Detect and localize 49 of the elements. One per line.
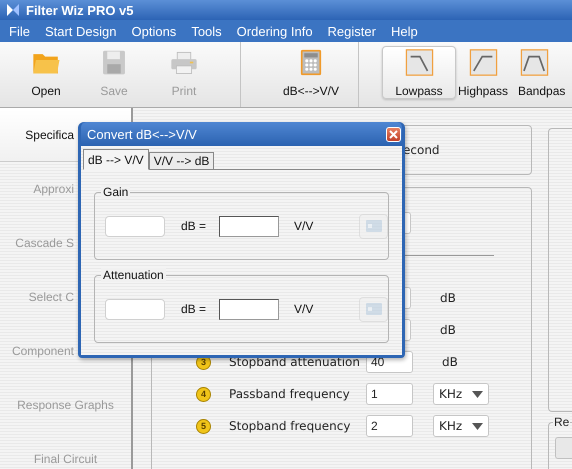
menu-item[interactable]: Register xyxy=(328,24,376,38)
step-number: 4 xyxy=(196,386,211,402)
filter-type-button[interactable]: Lowpass xyxy=(382,46,456,99)
spec-label: Passband frequency xyxy=(229,387,351,401)
input-field[interactable]: 1 xyxy=(366,383,413,405)
group-legend: Gain xyxy=(101,185,130,199)
menu-item[interactable]: Ordering Info xyxy=(236,24,313,38)
input-field[interactable]: 2 xyxy=(366,415,413,437)
input-field[interactable] xyxy=(105,216,165,236)
tab[interactable]: V/V --> dB xyxy=(148,152,214,169)
result-field[interactable] xyxy=(219,298,280,320)
spec-label: Stopband attenuation xyxy=(229,355,361,369)
dropdown-arrow-icon xyxy=(472,390,483,398)
unit-label: V/V xyxy=(294,302,314,316)
menu-item[interactable]: Help xyxy=(390,24,418,38)
filter-type-button[interactable]: Bandpas xyxy=(511,46,569,99)
close-button[interactable] xyxy=(386,126,401,142)
tab[interactable]: dB --> V/V xyxy=(83,149,149,170)
step-item[interactable]: Final Circuit xyxy=(0,432,131,469)
card-icon xyxy=(366,220,382,232)
unit-dropdown[interactable]: KHz xyxy=(433,383,489,405)
unit-label: V/V xyxy=(294,219,314,233)
unit-label: dB xyxy=(440,291,456,305)
equals-label: dB = xyxy=(181,219,206,233)
calculator-icon xyxy=(298,49,324,76)
filter-curve-icon xyxy=(518,49,551,76)
result-field[interactable] xyxy=(219,216,280,236)
unit-label: dB xyxy=(440,323,456,337)
step-number: 5 xyxy=(196,418,211,434)
step-item[interactable]: Response Graphs xyxy=(0,378,131,432)
menu-item[interactable]: File xyxy=(9,24,30,38)
card-icon xyxy=(366,303,382,315)
group-legend: Re xyxy=(553,415,570,429)
unit-label: dB xyxy=(442,355,458,369)
spec-label: Stopband frequency xyxy=(229,419,352,433)
input-field[interactable] xyxy=(105,298,165,320)
toolbar-button[interactable]: dB<-->V/V xyxy=(268,46,354,99)
menu-item[interactable]: Tools xyxy=(191,24,222,38)
menu-item[interactable]: Options xyxy=(132,24,176,38)
unit-dropdown[interactable]: KHz xyxy=(433,415,489,437)
app-logo-icon xyxy=(6,3,20,17)
close-icon xyxy=(389,130,398,138)
toolbar-button[interactable]: Open xyxy=(14,46,78,99)
menu-item[interactable]: Start Design xyxy=(44,24,116,38)
group-legend: Attenuation xyxy=(101,268,166,282)
equals-label: dB = xyxy=(181,302,206,316)
filter-type-button[interactable]: Highpass xyxy=(456,46,510,99)
window-title: Filter Wiz PRO v5 xyxy=(26,2,134,18)
dropdown-arrow-icon xyxy=(472,422,483,430)
